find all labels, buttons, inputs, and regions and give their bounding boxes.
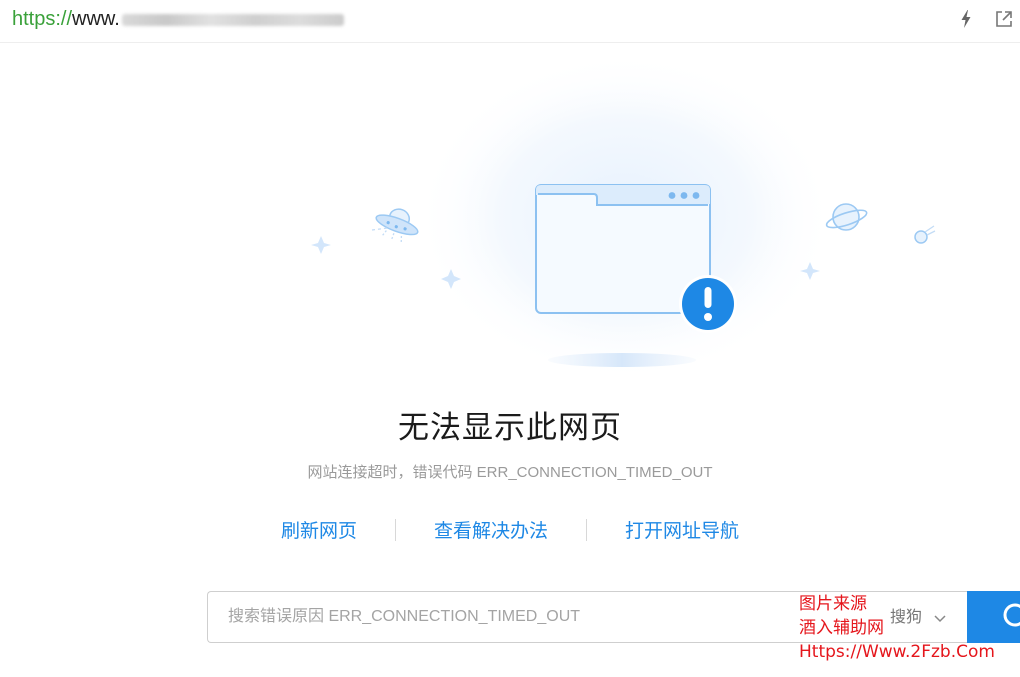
url-host: www. — [72, 8, 120, 30]
error-description: 网站连接超时，错误代码 ERR_CONNECTION_TIMED_OUT — [307, 464, 713, 481]
address-bar[interactable]: https://www. — [0, 0, 1020, 43]
share-icon[interactable] — [993, 8, 1015, 30]
url-text[interactable]: https://www. — [12, 7, 344, 31]
action-links: 刷新网页 查看解决办法 打开网址导航 — [0, 516, 1020, 543]
refresh-link[interactable]: 刷新网页 — [281, 516, 357, 543]
watermark: 图片来源 酒入辅助网 Https://Www.2Fzb.Com — [799, 592, 995, 664]
alert-icon — [679, 275, 737, 333]
watermark-line: Https://Www.2Fzb.Com — [799, 642, 995, 662]
divider — [394, 518, 396, 541]
watermark-line: 图片来源 — [799, 594, 867, 614]
url-redacted — [121, 13, 344, 26]
url-navigation-link[interactable]: 打开网址导航 — [625, 516, 739, 543]
error-illustration — [311, 52, 936, 382]
comet-icon — [914, 225, 936, 244]
lightning-icon[interactable] — [955, 8, 977, 30]
page-title: 无法显示此网页 — [398, 410, 622, 446]
search-input[interactable] — [208, 592, 868, 642]
solutions-link[interactable]: 查看解决办法 — [434, 516, 548, 543]
watermark-line: 酒入辅助网 — [799, 618, 884, 638]
divider — [586, 518, 587, 541]
url-scheme: https:// — [12, 8, 73, 30]
error-page: https://www. 无法显示此网页 网站连接超时，错误代码 ERR_CON… — [0, 0, 1020, 677]
